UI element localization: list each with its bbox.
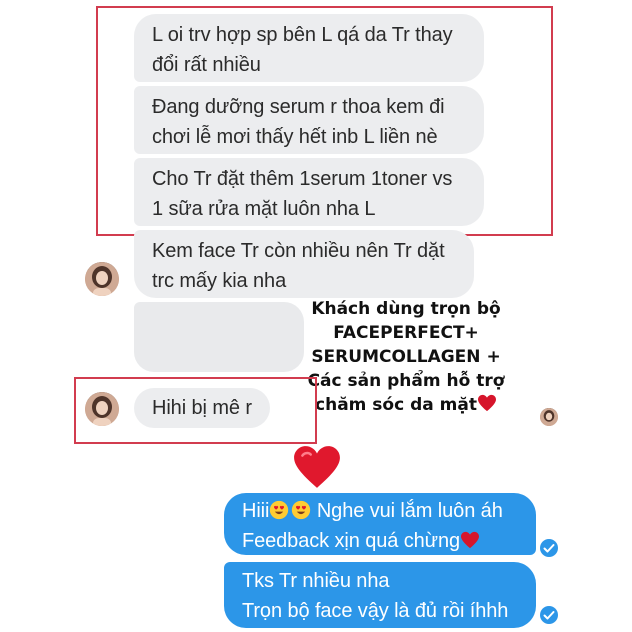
promo-caption: Khách dùng trọn bộ FACEPERFECT+ SERUMCOL… — [288, 273, 524, 417]
outgoing-message-1[interactable]: Hiii Nghe vui lắm luôn áh Feedback xịn q… — [224, 493, 536, 555]
seen-avatar — [540, 408, 558, 426]
outgoing-message-2[interactable]: Tks Tr nhiều nha Trọn bộ face vậy là đủ … — [224, 562, 536, 628]
heart-eyes-emoji-icon — [270, 500, 289, 520]
incoming-message-2[interactable]: Đang dưỡng serum r thoa kem đi chơi lễ m… — [134, 86, 484, 154]
red-heart-icon — [477, 394, 496, 412]
delivered-check-icon — [540, 606, 558, 624]
outgoing-1-prefix: Hiii — [242, 500, 270, 522]
incoming-message-1[interactable]: L oi trv hợp sp bên L qá da Tr thay đổi … — [134, 14, 484, 82]
person-avatar-icon — [85, 392, 119, 426]
heart-eyes-emoji-icon — [292, 500, 311, 520]
contact-avatar-2[interactable] — [85, 392, 119, 426]
blurred-message-area — [134, 302, 304, 372]
delivered-check-icon — [540, 539, 558, 557]
big-red-heart-icon — [294, 446, 340, 488]
red-heart-icon — [461, 531, 479, 549]
outgoing-1-line2: Feedback xịn quá chừng — [242, 530, 460, 552]
outgoing-1-middle: Nghe vui lắm luôn áh — [311, 500, 503, 522]
incoming-message-3[interactable]: Cho Tr đặt thêm 1serum 1toner vs 1 sữa r… — [134, 158, 484, 226]
person-avatar-icon — [540, 408, 558, 426]
incoming-message-5[interactable]: Hihi bị mê r — [134, 388, 270, 428]
caption-text: Khách dùng trọn bộ FACEPERFECT+ SERUMCOL… — [307, 299, 505, 415]
contact-avatar[interactable] — [85, 262, 119, 296]
person-avatar-icon — [85, 262, 119, 296]
